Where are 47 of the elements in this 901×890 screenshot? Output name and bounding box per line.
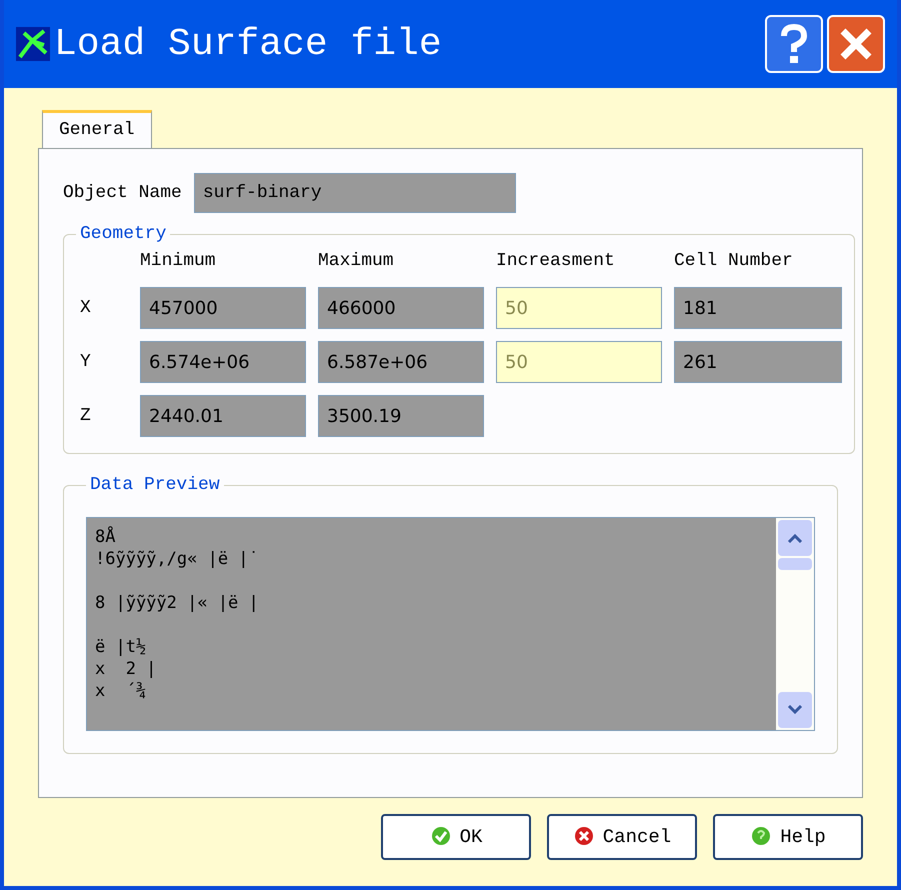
- column-header: Cell Number: [674, 250, 794, 273]
- tab[interactable]: General: [42, 110, 152, 148]
- input-field[interactable]: 466000: [318, 287, 484, 329]
- scrollbar[interactable]: [776, 518, 814, 730]
- row-label: X: [79, 296, 92, 320]
- dialog-button[interactable]: Cancel: [547, 814, 697, 860]
- preview-text-area[interactable]: 8Å !6ỹỹỹỹ,/g« |ë |˙ 8 |ỹỹỹỹ2 |« |ë | ë |t½ x 2 | x ´¾: [86, 517, 815, 731]
- input-field[interactable]: 6.587e+06: [318, 341, 484, 383]
- preview-line: 8Å: [95, 526, 116, 548]
- row-label: Y: [79, 350, 92, 374]
- column-header: Increasment: [496, 250, 616, 273]
- check-icon: [430, 826, 452, 848]
- scroll-down-button[interactable]: [778, 692, 812, 728]
- dialog-button[interactable]: OK: [381, 814, 531, 860]
- preview-line: 8 |ỹỹỹỹ2 |« |ë |: [95, 592, 259, 614]
- scroll-up-button[interactable]: [778, 520, 812, 556]
- input-field[interactable]: 3500.19: [318, 395, 484, 437]
- error-icon: [572, 826, 595, 848]
- chevron-up-icon: [787, 533, 803, 543]
- input-field[interactable]: 457000: [140, 287, 306, 329]
- input-field[interactable]: 50: [496, 287, 662, 329]
- input-field[interactable]: 261: [674, 341, 842, 383]
- preview-line: ë |t½: [95, 636, 146, 658]
- row-label: Z: [79, 404, 92, 428]
- question-icon: [750, 826, 772, 848]
- input-field[interactable]: 50: [496, 341, 662, 383]
- input-field[interactable]: 2440.01: [140, 395, 306, 437]
- preview-line: !6ỹỹỹỹ,/g« |ë |˙: [95, 548, 259, 570]
- input-field[interactable]: 181: [674, 287, 842, 329]
- column-header: Minimum: [140, 250, 217, 273]
- question-icon: [779, 24, 809, 64]
- preview-line: x 2 |: [95, 658, 156, 680]
- input-field[interactable]: 6.574e+06: [140, 341, 306, 383]
- preview-line: x ´¾: [95, 680, 146, 702]
- input-field[interactable]: surf-binary: [194, 173, 516, 213]
- field-label: Object Name: [63, 182, 182, 204]
- group-title: Geometry: [79, 223, 168, 246]
- help-button[interactable]: [765, 15, 823, 73]
- scroll-thumb[interactable]: [778, 558, 812, 570]
- column-header: Maximum: [318, 250, 395, 273]
- chevron-down-icon: [787, 705, 803, 715]
- close-icon: [838, 26, 874, 62]
- close-button[interactable]: [827, 15, 885, 73]
- dialog-button[interactable]: Help: [713, 814, 863, 860]
- window-title: Load Surface file: [54, 22, 443, 68]
- group-title: Data Preview: [89, 474, 221, 497]
- app-icon: [16, 27, 50, 61]
